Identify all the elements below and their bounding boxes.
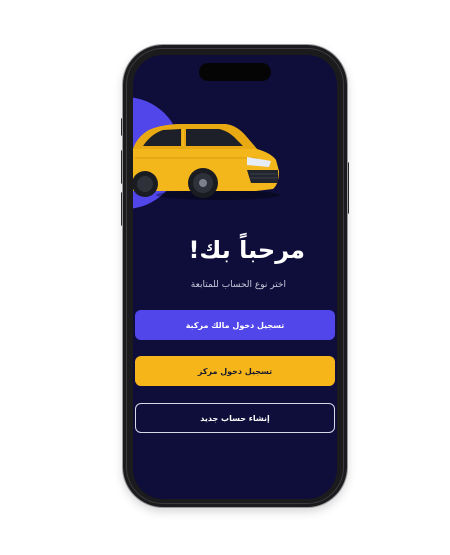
create-account-label: إنشاء حساب جديد	[200, 413, 270, 423]
app-screen: مرحباً بك! اختر نوع الحساب للمتابعة تسجي…	[133, 55, 337, 499]
vehicle-owner-login-button[interactable]: تسجيل دخول مالك مركبة	[135, 310, 335, 340]
car-illustration	[133, 124, 280, 200]
stage: مرحباً بك! اختر نوع الحساب للمتابعة تسجي…	[0, 0, 450, 555]
create-account-button[interactable]: إنشاء حساب جديد	[135, 403, 335, 433]
center-login-label: تسجيل دخول مركز	[197, 366, 273, 376]
dynamic-island	[199, 63, 271, 81]
center-login-button[interactable]: تسجيل دخول مركز	[135, 356, 335, 386]
welcome-title: مرحباً بك!	[188, 236, 305, 264]
subtitle: اختر نوع الحساب للمتابعة	[190, 280, 286, 290]
vehicle-owner-login-label: تسجيل دخول مالك مركبة	[185, 320, 285, 330]
